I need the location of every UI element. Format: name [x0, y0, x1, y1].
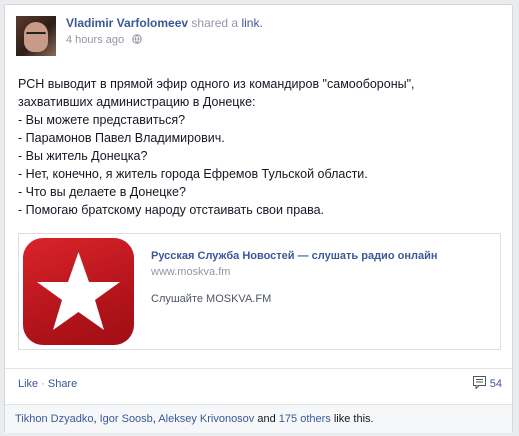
action-text: shared a — [191, 16, 239, 30]
post-line: РСН выводит в прямой эфир одного из кома… — [18, 77, 415, 91]
story-action: shared a link. — [191, 16, 262, 30]
attachment-url: www.moskva.fm — [151, 266, 231, 278]
star-icon — [37, 252, 120, 330]
likes-summary: Tikhon Dzyadko, Igor Soosb, Aleksey Kriv… — [15, 413, 374, 425]
timestamp[interactable]: 4 hours ago — [66, 34, 124, 46]
avatar-glasses — [26, 32, 46, 39]
likes-comma: , — [93, 413, 97, 425]
post-line: - Помогаю братскому народу отстаивать св… — [18, 203, 325, 217]
comment-icon — [472, 376, 486, 389]
story-card: Vladimir Varfolomeev shared a link. 4 ho… — [4, 4, 513, 433]
post-line: захвативших администрацию в Донецке: — [18, 95, 256, 109]
divider — [5, 368, 512, 369]
attachment-description: Слушайте MOSKVA.FM — [151, 293, 272, 305]
post-line: - Вы житель Донецка? — [18, 149, 148, 163]
share-link[interactable]: Share — [48, 378, 77, 390]
likes-comma: , — [152, 413, 156, 425]
story-actions: Like · Share — [18, 378, 77, 390]
like-link[interactable]: Like — [18, 378, 38, 390]
likes-others-link[interactable]: 175 others — [279, 413, 331, 425]
liker-name[interactable]: Igor Soosb — [100, 413, 153, 425]
attachment-title[interactable]: Русская Служба Новостей — слушать радио … — [151, 250, 437, 262]
attachment-thumbnail[interactable] — [21, 236, 136, 347]
comment-count: 54 — [489, 378, 502, 390]
likes-suffix: like this. — [333, 413, 374, 425]
liker-name[interactable]: Tikhon Dzyadko — [15, 413, 93, 425]
story-meta: 4 hours ago — [66, 33, 142, 47]
globe-icon[interactable] — [132, 34, 142, 44]
link-attachment[interactable]: Русская Служба Новостей — слушать радио … — [18, 233, 501, 350]
likes-bar: Tikhon Dzyadko, Igor Soosb, Aleksey Kriv… — [5, 404, 512, 433]
story-header: Vladimir Varfolomeev shared a link. — [66, 15, 263, 31]
post-line: - Вы можете представиться? — [18, 113, 186, 127]
post-line: - Парамонов Павел Владимирович. — [18, 131, 225, 145]
comment-count-link[interactable]: 54 — [472, 376, 502, 390]
likes-and: and — [257, 413, 276, 425]
post-body: РСН выводит в прямой эфир одного из кома… — [18, 75, 503, 219]
post-line: - Что вы делаете в Донецке? — [18, 185, 186, 199]
author-name[interactable]: Vladimir Varfolomeev — [66, 16, 188, 30]
avatar[interactable] — [16, 16, 56, 56]
red-star-logo-tile — [23, 238, 134, 345]
liker-name[interactable]: Aleksey Krivonosov — [158, 413, 254, 425]
action-separator: · — [41, 378, 45, 390]
post-line: - Нет, конечно, я житель города Ефремов … — [18, 167, 368, 181]
shared-link[interactable]: link. — [241, 16, 262, 30]
